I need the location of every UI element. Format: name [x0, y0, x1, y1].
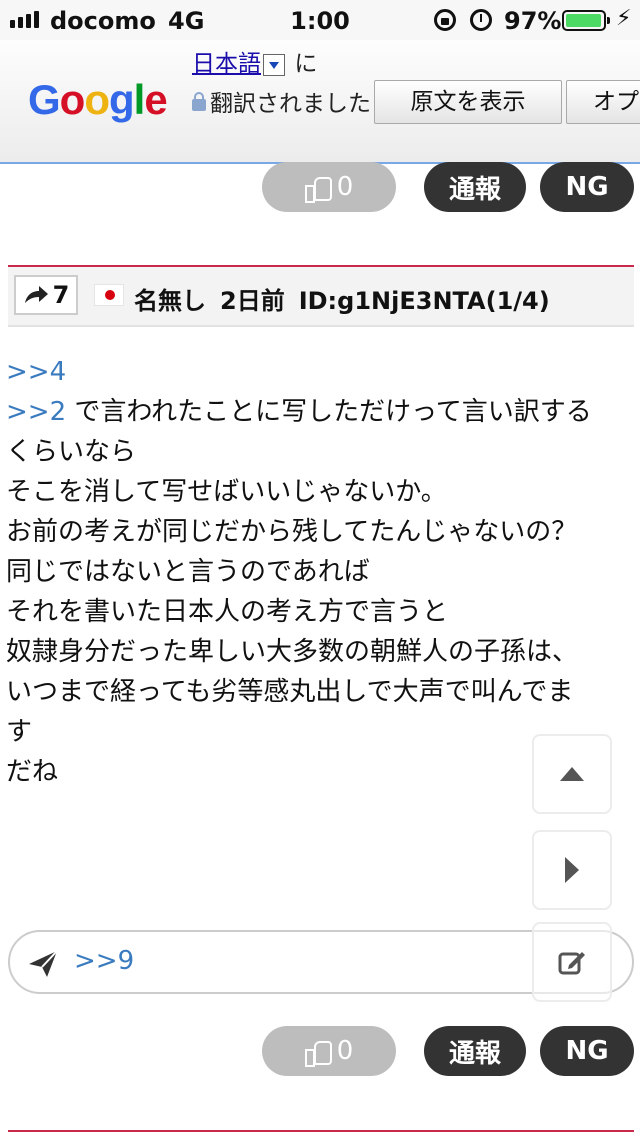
- like-count: 0: [336, 1036, 354, 1066]
- network-type: 4G: [168, 7, 205, 35]
- post-line: お前の考えが同じだから残してたんじゃないの？: [6, 517, 578, 547]
- compose-button[interactable]: [532, 922, 612, 1002]
- battery-fill: [566, 14, 601, 27]
- japan-flag-icon: [94, 284, 124, 306]
- show-original-button[interactable]: 原文を表示: [374, 80, 562, 124]
- post-line: 奴隷身分だった卑しい大多数の朝鮮人の子孫は、: [6, 637, 579, 667]
- language-dropdown-icon[interactable]: [263, 53, 285, 76]
- charging-icon: ⚡: [616, 6, 632, 31]
- google-logo: Google: [28, 76, 168, 123]
- thumbs-up-icon: [304, 1039, 332, 1067]
- post-line: で言われたことに写しただけって言い訳する: [66, 397, 592, 427]
- edit-icon: [558, 952, 585, 975]
- send-icon[interactable]: [28, 950, 58, 978]
- anchor-link[interactable]: >>4: [6, 357, 66, 387]
- post-line: くらいなら: [6, 437, 137, 467]
- translate-message: 日本語 に 翻訳されました: [192, 44, 382, 124]
- post-header: 7 名無し 2日前 ID:g1NjE3NTA(1/4): [8, 267, 634, 327]
- translate-bar: Google 日本語 に 翻訳されました 原文を表示 オプ: [0, 40, 640, 164]
- post-line: それを書いた日本人の考え方で言うと: [6, 597, 449, 627]
- post-line: 同じではないと言うのであれば: [6, 557, 370, 587]
- translate-status: 翻訳されました: [210, 91, 371, 117]
- lock-icon: [192, 91, 206, 111]
- post-body: >>4 >>2 で言われたことに写しただけって言い訳する くらいなら そこを消し…: [6, 352, 634, 792]
- translate-particle: に: [294, 51, 318, 77]
- share-count: 7: [52, 281, 70, 309]
- post-line: そこを消して写せばいいじゃないか。: [6, 477, 447, 507]
- like-button[interactable]: 0: [262, 162, 396, 212]
- like-button[interactable]: 0: [262, 1026, 396, 1076]
- scroll-up-button[interactable]: [532, 734, 612, 814]
- share-arrow-icon: [24, 286, 48, 303]
- battery-icon: [562, 10, 610, 31]
- signal-icon: [10, 11, 39, 28]
- language-link[interactable]: 日本語: [192, 51, 261, 77]
- arrow-up-icon: [560, 767, 584, 781]
- poster-id[interactable]: ID:g1NjE3NTA(1/4): [299, 287, 550, 315]
- poster-name: 名無し: [134, 287, 206, 315]
- status-bar: docomo 4G 1:00 97% ⚡: [0, 0, 640, 40]
- like-count: 0: [336, 172, 354, 202]
- report-button[interactable]: 通報: [424, 1026, 526, 1076]
- ng-button[interactable]: NG: [540, 1026, 634, 1076]
- share-button[interactable]: 7: [14, 275, 78, 315]
- thumbs-up-icon: [304, 175, 332, 203]
- post-divider: [8, 1130, 634, 1132]
- ng-button[interactable]: NG: [540, 162, 634, 212]
- arrow-right-icon: [565, 857, 579, 883]
- next-button[interactable]: [532, 830, 612, 910]
- post-line: いつまで経っても劣等感丸出しで大声で叫んでま: [6, 677, 574, 707]
- anchor-link[interactable]: >>2: [6, 397, 66, 427]
- alarm-icon: [470, 9, 492, 31]
- post-time: 2日前: [220, 287, 285, 315]
- options-button[interactable]: オプ: [566, 80, 640, 124]
- carrier-name: docomo: [50, 7, 156, 35]
- reply-anchor[interactable]: >>9: [74, 946, 134, 976]
- battery-percent: 97%: [504, 7, 562, 35]
- post-meta: 名無し 2日前 ID:g1NjE3NTA(1/4): [134, 281, 564, 316]
- orientation-lock-icon: [434, 9, 456, 31]
- report-button[interactable]: 通報: [424, 162, 526, 212]
